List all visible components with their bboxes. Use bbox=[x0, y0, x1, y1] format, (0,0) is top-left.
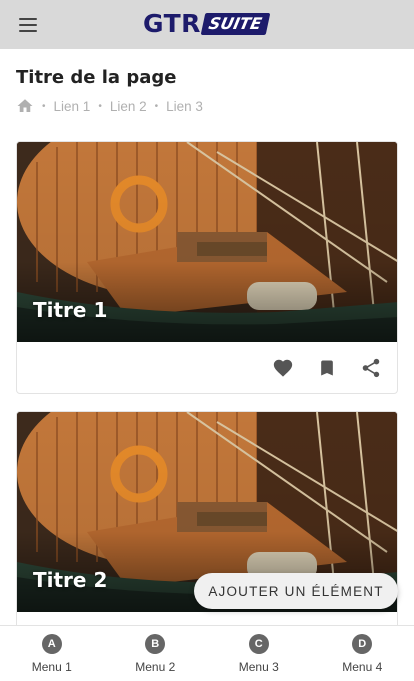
app-logo[interactable]: GTR SUITE bbox=[143, 9, 271, 38]
breadcrumb-link-3[interactable]: Lien 3 bbox=[166, 99, 203, 114]
bookmark-icon[interactable] bbox=[309, 352, 345, 384]
page-title: Titre de la page bbox=[16, 67, 177, 88]
hamburger-icon-line bbox=[19, 30, 37, 32]
breadcrumb-link-2[interactable]: Lien 2 bbox=[110, 99, 147, 114]
breadcrumb-separator: • bbox=[98, 100, 102, 112]
bottom-navigation: A Menu 1 B Menu 2 C Menu 3 D Menu 4 bbox=[0, 625, 414, 681]
nav-badge-icon: D bbox=[352, 634, 373, 654]
nav-item-menu-1[interactable]: A Menu 1 bbox=[0, 626, 104, 681]
breadcrumb: • Lien 1 • Lien 2 • Lien 3 bbox=[16, 96, 203, 116]
hamburger-icon-line bbox=[19, 24, 37, 26]
card: Titre 1 bbox=[16, 141, 398, 394]
home-icon[interactable] bbox=[16, 97, 34, 115]
breadcrumb-link-1[interactable]: Lien 1 bbox=[54, 99, 91, 114]
card-image[interactable]: Titre 1 bbox=[17, 142, 397, 342]
app-bar: GTR SUITE bbox=[0, 0, 414, 49]
hamburger-icon-line bbox=[19, 18, 37, 20]
logo-badge-text: SUITE bbox=[200, 13, 271, 35]
card-title: Titre 2 bbox=[33, 568, 108, 592]
card-title: Titre 1 bbox=[33, 298, 108, 322]
nav-label: Menu 2 bbox=[135, 660, 176, 674]
add-item-button[interactable]: AJOUTER UN ÉLÉMENT bbox=[194, 573, 398, 609]
nav-badge-icon: B bbox=[145, 634, 166, 654]
heart-icon[interactable] bbox=[265, 352, 301, 384]
nav-badge-icon: C bbox=[248, 634, 269, 654]
nav-item-menu-4[interactable]: D Menu 4 bbox=[311, 626, 414, 681]
breadcrumb-separator: • bbox=[42, 100, 46, 112]
nav-item-menu-2[interactable]: B Menu 2 bbox=[104, 626, 208, 681]
nav-label: Menu 4 bbox=[342, 660, 383, 674]
share-icon[interactable] bbox=[353, 352, 389, 384]
hamburger-menu-button[interactable] bbox=[12, 12, 44, 38]
nav-label: Menu 3 bbox=[238, 660, 279, 674]
logo-main-text: GTR bbox=[143, 9, 201, 38]
nav-item-menu-3[interactable]: C Menu 3 bbox=[207, 626, 311, 681]
nav-badge-icon: A bbox=[41, 634, 62, 654]
nav-label: Menu 1 bbox=[31, 660, 72, 674]
breadcrumb-separator: • bbox=[154, 100, 159, 112]
card-actions bbox=[265, 352, 389, 384]
card: Titre 2 bbox=[16, 411, 398, 651]
